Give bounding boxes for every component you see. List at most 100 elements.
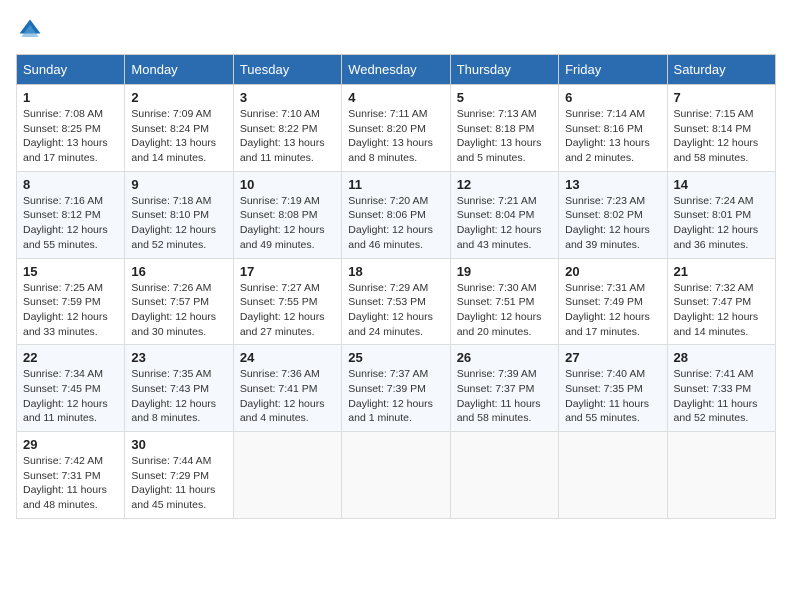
day-number: 30 [131, 437, 226, 452]
calendar-cell: 1 Sunrise: 7:08 AMSunset: 8:25 PMDaylight… [17, 85, 125, 172]
calendar-header-friday: Friday [559, 55, 667, 85]
day-number: 27 [565, 350, 660, 365]
day-info: Sunrise: 7:13 AMSunset: 8:18 PMDaylight:… [457, 107, 552, 166]
day-number: 7 [674, 90, 769, 105]
day-number: 29 [23, 437, 118, 452]
day-info: Sunrise: 7:27 AMSunset: 7:55 PMDaylight:… [240, 281, 335, 340]
logo [16, 16, 46, 44]
calendar-cell: 26 Sunrise: 7:39 AMSunset: 7:37 PMDayligh… [450, 345, 558, 432]
calendar-cell: 23Sunrise: 7:35 AMSunset: 7:43 PMDayligh… [125, 345, 233, 432]
day-info: Sunrise: 7:26 AMSunset: 7:57 PMDaylight:… [131, 281, 226, 340]
calendar-cell: 27Sunrise: 7:40 AMSunset: 7:35 PMDayligh… [559, 345, 667, 432]
day-info: Sunrise: 7:41 AMSunset: 7:33 PMDaylight:… [674, 367, 769, 426]
day-info: Sunrise: 7:39 AMSunset: 7:37 PMDaylight:… [457, 367, 552, 426]
day-number: 28 [674, 350, 769, 365]
day-number: 2 [131, 90, 226, 105]
calendar-cell: 18 Sunrise: 7:29 AMSunset: 7:53 PMDayligh… [342, 258, 450, 345]
day-number: 26 [457, 350, 552, 365]
day-info: Sunrise: 7:08 AMSunset: 8:25 PMDaylight:… [23, 107, 118, 166]
calendar-header-row: SundayMondayTuesdayWednesdayThursdayFrid… [17, 55, 776, 85]
day-number: 24 [240, 350, 335, 365]
day-info: Sunrise: 7:30 AMSunset: 7:51 PMDaylight:… [457, 281, 552, 340]
day-number: 5 [457, 90, 552, 105]
day-info: Sunrise: 7:21 AMSunset: 8:04 PMDaylight:… [457, 194, 552, 253]
calendar-cell [559, 432, 667, 519]
calendar-cell: 4Sunrise: 7:11 AMSunset: 8:20 PMDaylight… [342, 85, 450, 172]
day-info: Sunrise: 7:31 AMSunset: 7:49 PMDaylight:… [565, 281, 660, 340]
calendar-week-2: 8 Sunrise: 7:16 AMSunset: 8:12 PMDaylight… [17, 171, 776, 258]
day-info: Sunrise: 7:19 AMSunset: 8:08 PMDaylight:… [240, 194, 335, 253]
logo-icon [16, 16, 44, 44]
day-number: 9 [131, 177, 226, 192]
calendar-cell: 2 Sunrise: 7:09 AMSunset: 8:24 PMDaylight… [125, 85, 233, 172]
calendar-cell [450, 432, 558, 519]
calendar-cell: 13 Sunrise: 7:23 AMSunset: 8:02 PMDayligh… [559, 171, 667, 258]
day-info: Sunrise: 7:14 AMSunset: 8:16 PMDaylight:… [565, 107, 660, 166]
day-info: Sunrise: 7:23 AMSunset: 8:02 PMDaylight:… [565, 194, 660, 253]
calendar-cell: 3 Sunrise: 7:10 AMSunset: 8:22 PMDaylight… [233, 85, 341, 172]
calendar-cell: 14 Sunrise: 7:24 AMSunset: 8:01 PMDayligh… [667, 171, 775, 258]
calendar-cell: 28 Sunrise: 7:41 AMSunset: 7:33 PMDayligh… [667, 345, 775, 432]
day-info: Sunrise: 7:16 AMSunset: 8:12 PMDaylight:… [23, 194, 118, 253]
calendar-cell: 11 Sunrise: 7:20 AMSunset: 8:06 PMDayligh… [342, 171, 450, 258]
page-header [16, 16, 776, 44]
day-number: 1 [23, 90, 118, 105]
day-info: Sunrise: 7:36 AMSunset: 7:41 PMDaylight:… [240, 367, 335, 426]
calendar-cell: 19 Sunrise: 7:30 AMSunset: 7:51 PMDayligh… [450, 258, 558, 345]
day-info: Sunrise: 7:11 AMSunset: 8:20 PMDaylight:… [348, 107, 443, 166]
day-number: 10 [240, 177, 335, 192]
calendar-cell: 30Sunrise: 7:44 AMSunset: 7:29 PMDayligh… [125, 432, 233, 519]
calendar-cell: 24 Sunrise: 7:36 AMSunset: 7:41 PMDayligh… [233, 345, 341, 432]
calendar-cell: 12 Sunrise: 7:21 AMSunset: 8:04 PMDayligh… [450, 171, 558, 258]
day-number: 22 [23, 350, 118, 365]
calendar-cell: 7 Sunrise: 7:15 AMSunset: 8:14 PMDaylight… [667, 85, 775, 172]
day-number: 6 [565, 90, 660, 105]
calendar-header-tuesday: Tuesday [233, 55, 341, 85]
day-number: 16 [131, 264, 226, 279]
day-info: Sunrise: 7:42 AMSunset: 7:31 PMDaylight:… [23, 454, 118, 513]
calendar-week-4: 22Sunrise: 7:34 AMSunset: 7:45 PMDayligh… [17, 345, 776, 432]
day-info: Sunrise: 7:20 AMSunset: 8:06 PMDaylight:… [348, 194, 443, 253]
day-info: Sunrise: 7:29 AMSunset: 7:53 PMDaylight:… [348, 281, 443, 340]
calendar-cell: 16 Sunrise: 7:26 AMSunset: 7:57 PMDayligh… [125, 258, 233, 345]
calendar-cell: 9 Sunrise: 7:18 AMSunset: 8:10 PMDaylight… [125, 171, 233, 258]
calendar-cell: 17 Sunrise: 7:27 AMSunset: 7:55 PMDayligh… [233, 258, 341, 345]
calendar-header-saturday: Saturday [667, 55, 775, 85]
day-info: Sunrise: 7:18 AMSunset: 8:10 PMDaylight:… [131, 194, 226, 253]
calendar-cell: 20 Sunrise: 7:31 AMSunset: 7:49 PMDayligh… [559, 258, 667, 345]
calendar-cell: 29 Sunrise: 7:42 AMSunset: 7:31 PMDayligh… [17, 432, 125, 519]
day-number: 19 [457, 264, 552, 279]
day-info: Sunrise: 7:10 AMSunset: 8:22 PMDaylight:… [240, 107, 335, 166]
day-number: 21 [674, 264, 769, 279]
calendar-header-sunday: Sunday [17, 55, 125, 85]
day-number: 25 [348, 350, 443, 365]
day-number: 3 [240, 90, 335, 105]
calendar-cell: 21 Sunrise: 7:32 AMSunset: 7:47 PMDayligh… [667, 258, 775, 345]
calendar-cell: 6 Sunrise: 7:14 AMSunset: 8:16 PMDaylight… [559, 85, 667, 172]
calendar-week-5: 29 Sunrise: 7:42 AMSunset: 7:31 PMDayligh… [17, 432, 776, 519]
day-number: 11 [348, 177, 443, 192]
calendar-week-3: 15Sunrise: 7:25 AMSunset: 7:59 PMDayligh… [17, 258, 776, 345]
calendar-table: SundayMondayTuesdayWednesdayThursdayFrid… [16, 54, 776, 519]
calendar-header-thursday: Thursday [450, 55, 558, 85]
day-number: 20 [565, 264, 660, 279]
day-info: Sunrise: 7:09 AMSunset: 8:24 PMDaylight:… [131, 107, 226, 166]
day-info: Sunrise: 7:25 AMSunset: 7:59 PMDaylight:… [23, 281, 118, 340]
day-number: 13 [565, 177, 660, 192]
day-number: 17 [240, 264, 335, 279]
day-number: 12 [457, 177, 552, 192]
calendar-header-monday: Monday [125, 55, 233, 85]
day-info: Sunrise: 7:15 AMSunset: 8:14 PMDaylight:… [674, 107, 769, 166]
day-number: 23 [131, 350, 226, 365]
calendar-cell: 8 Sunrise: 7:16 AMSunset: 8:12 PMDaylight… [17, 171, 125, 258]
day-info: Sunrise: 7:24 AMSunset: 8:01 PMDaylight:… [674, 194, 769, 253]
day-number: 18 [348, 264, 443, 279]
day-number: 14 [674, 177, 769, 192]
calendar-cell: 10 Sunrise: 7:19 AMSunset: 8:08 PMDayligh… [233, 171, 341, 258]
calendar-cell: 25 Sunrise: 7:37 AMSunset: 7:39 PMDayligh… [342, 345, 450, 432]
day-info: Sunrise: 7:37 AMSunset: 7:39 PMDaylight:… [348, 367, 443, 426]
day-number: 8 [23, 177, 118, 192]
calendar-header-wednesday: Wednesday [342, 55, 450, 85]
day-info: Sunrise: 7:32 AMSunset: 7:47 PMDaylight:… [674, 281, 769, 340]
calendar-week-1: 1 Sunrise: 7:08 AMSunset: 8:25 PMDaylight… [17, 85, 776, 172]
